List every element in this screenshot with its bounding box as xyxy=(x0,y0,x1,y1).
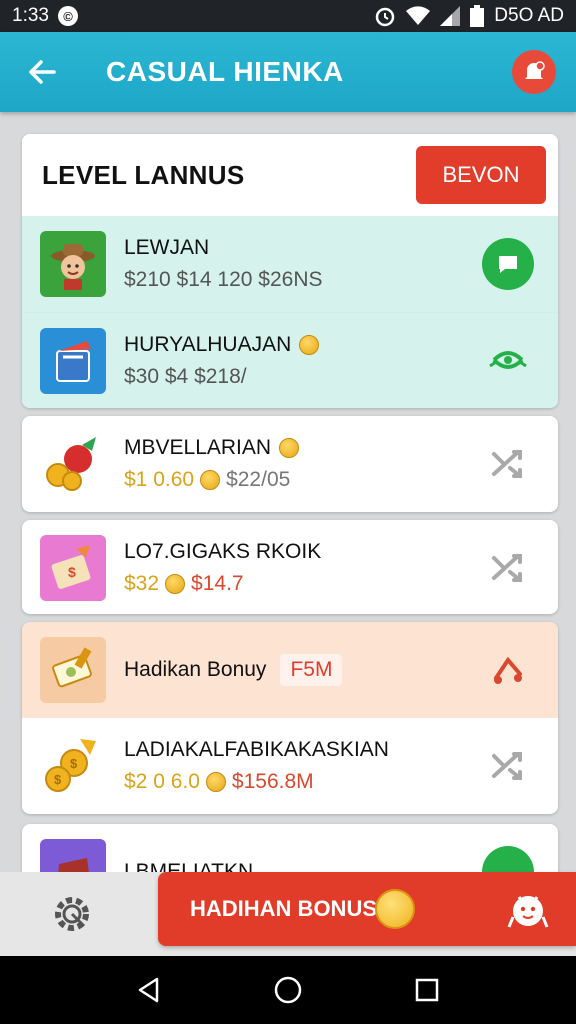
list-item-card: LBMELIATKN xyxy=(22,824,558,872)
bottom-action-bar: HADIHAN BONUS xyxy=(0,872,576,956)
list-item-card: MBVELLARIAN $1 0.60 $22/05 xyxy=(22,416,558,512)
share-icon xyxy=(489,350,527,369)
list-item-card: Hadikan Bonuy F5M $ $ LADIAKALFABIKAKASK… xyxy=(22,622,558,814)
bonus-button[interactable]: HADIHAN BONUS xyxy=(158,872,576,946)
list-area: LEVEL LANNUS BEVON LEWJAN $210 $14 120 $… xyxy=(0,112,576,872)
list-item[interactable]: Hadikan Bonuy F5M xyxy=(22,622,558,718)
notification-button[interactable] xyxy=(512,50,556,94)
list-item[interactable]: MBVELLARIAN $1 0.60 $22/05 xyxy=(22,416,558,512)
shuffle-button[interactable] xyxy=(482,438,534,490)
shuffle-icon xyxy=(492,450,522,478)
list-item[interactable]: $ $ LADIAKALFABIKAKASKIAN $2 0 6.0 $156.… xyxy=(22,718,558,814)
item-title: LBMELIATKN xyxy=(124,860,254,872)
settings-gear-icon xyxy=(55,897,89,931)
shuffle-button[interactable] xyxy=(482,740,534,792)
battery-icon xyxy=(470,5,485,27)
level-card-header: LEVEL LANNUS BEVON xyxy=(22,134,558,216)
status-right-text: D5O AD xyxy=(494,5,564,26)
coin-icon xyxy=(165,574,186,594)
item-title: Hadikan Bonuy xyxy=(124,658,267,681)
item-tag: F5M xyxy=(280,654,343,686)
item-price: $1 0.60 xyxy=(124,468,195,491)
item-extra: $14.7 xyxy=(191,572,244,595)
notification-icon: © xyxy=(57,5,79,27)
nav-home-button[interactable] xyxy=(268,970,308,1010)
system-nav-bar xyxy=(0,956,576,1024)
item-title: HURYALHUAJAN xyxy=(124,332,292,356)
svg-text:$: $ xyxy=(70,756,78,771)
ticket-icon xyxy=(40,637,106,703)
list-item[interactable]: HURYALHUAJAN $30 $4 $218/ xyxy=(22,312,558,408)
app-title: CASUAL HIENKA xyxy=(106,56,344,87)
item-subtitle: $210 $14 120 $26NS xyxy=(124,268,323,291)
shuffle-button[interactable] xyxy=(482,542,534,594)
cowboy-avatar-icon xyxy=(40,231,106,297)
level-card-button[interactable]: BEVON xyxy=(416,146,546,204)
coin-icon xyxy=(279,438,300,458)
level-card: LEVEL LANNUS BEVON LEWJAN $210 $14 120 $… xyxy=(22,134,558,408)
level-card-title: LEVEL LANNUS xyxy=(42,159,245,190)
list-item-card: $ LO7.GIGAKS RKOIK $32 $14.7 xyxy=(22,520,558,614)
signal-icon xyxy=(440,6,461,26)
chat-button[interactable] xyxy=(482,238,534,290)
item-title: LO7.GIGAKS RKOIK xyxy=(124,540,322,563)
nav-recents-button[interactable] xyxy=(407,970,447,1010)
gift-box-icon: $ xyxy=(40,535,106,601)
notification-bell-icon xyxy=(525,61,545,79)
settings-button[interactable] xyxy=(44,886,100,942)
shuffle-icon xyxy=(492,554,522,582)
coins-icon: $ $ xyxy=(40,733,106,799)
alarm-icon xyxy=(374,5,396,27)
back-button[interactable] xyxy=(20,50,64,94)
mascot-icon xyxy=(504,886,552,934)
wifi-icon xyxy=(406,6,431,26)
item-subtitle: $30 $4 $218/ xyxy=(124,364,247,388)
apple-coins-icon xyxy=(40,431,106,497)
list-item[interactable]: LBMELIATKN xyxy=(22,824,558,872)
status-time: 1:33 xyxy=(12,5,49,26)
app-bar: CASUAL HIENKA xyxy=(0,32,576,112)
item-title: MBVELLARIAN xyxy=(124,436,272,459)
svg-text:$: $ xyxy=(54,772,62,787)
coin-icon xyxy=(375,889,415,929)
list-item[interactable]: LEWJAN $210 $14 120 $26NS xyxy=(22,216,558,312)
item-title: LADIAKALFABIKAKASKIAN xyxy=(124,738,389,761)
nav-back-button[interactable] xyxy=(129,970,169,1010)
item-price: $2 0 6.0 xyxy=(124,770,200,793)
coin-icon xyxy=(205,772,226,792)
nav-back-icon xyxy=(139,977,159,1003)
item-title: LEWJAN xyxy=(124,236,210,259)
status-bar: 1:33 © D5O AD xyxy=(0,0,576,32)
coin-icon xyxy=(299,334,320,355)
nav-home-icon xyxy=(274,976,302,1004)
music-icon xyxy=(494,656,522,684)
item-price: $32 xyxy=(124,572,160,595)
bonus-button-label: HADIHAN BONUS xyxy=(190,896,377,921)
item-extra: $156.8M xyxy=(231,770,314,793)
gift-bag-icon xyxy=(40,839,106,872)
list-item[interactable]: $ LO7.GIGAKS RKOIK $32 $14.7 xyxy=(22,520,558,614)
svg-text:$: $ xyxy=(68,564,76,580)
partial-action-button[interactable] xyxy=(482,846,534,872)
nav-recents-icon xyxy=(415,978,438,1002)
back-arrow-icon xyxy=(29,60,56,84)
shopping-bag-icon xyxy=(40,327,106,394)
shuffle-icon xyxy=(492,752,522,780)
svg-text:©: © xyxy=(63,9,73,24)
coin-icon xyxy=(200,470,221,490)
chat-icon xyxy=(499,256,517,273)
music-button[interactable] xyxy=(482,644,534,696)
share-button[interactable] xyxy=(482,335,534,387)
item-extra: $22/05 xyxy=(226,468,291,491)
